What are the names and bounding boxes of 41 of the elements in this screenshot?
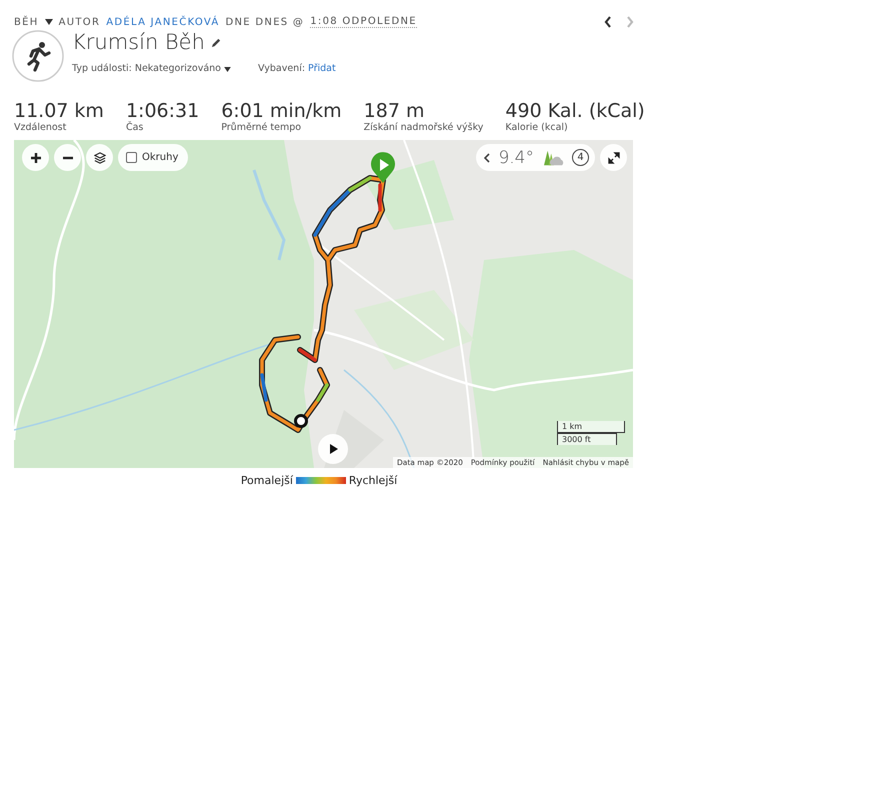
- stat-label: Kalorie (kcal): [505, 122, 569, 133]
- legend-label: Rychlejší: [348, 474, 398, 487]
- stat-value: 11.07 km: [14, 100, 104, 122]
- runner-icon: [12, 30, 64, 82]
- stat-value: 490 Kal. (kCal): [505, 100, 645, 122]
- chevron-left-icon[interactable]: [484, 152, 490, 162]
- activity-title: Krumsín Běh: [72, 30, 205, 54]
- date-prefix: DNE DNES @: [226, 16, 304, 28]
- equipment-label: Vybavení:: [258, 63, 306, 74]
- previous-icon[interactable]: [604, 16, 612, 28]
- fullscreen-icon: [608, 152, 620, 164]
- layers-icon: [94, 152, 106, 164]
- scale-bar: 1 km: [557, 421, 625, 433]
- finish-marker-icon: [294, 414, 308, 428]
- caret-icon[interactable]: [44, 19, 53, 25]
- stat-value: 187 m: [364, 100, 426, 122]
- pencil-icon[interactable]: [210, 36, 222, 48]
- author-link[interactable]: ADÉLA JANEČKOVÁ: [106, 16, 220, 28]
- speed-gradient-bar: [296, 477, 346, 484]
- start-marker-icon: [370, 152, 396, 184]
- author-prefix: AUTOR: [58, 16, 100, 28]
- equipment-add-link[interactable]: Přidat: [308, 63, 336, 74]
- weather-icon: [542, 148, 564, 166]
- legend-label: Pomalejší: [240, 474, 293, 487]
- play-icon: [327, 443, 339, 455]
- scale-bar: 3000 ft: [557, 433, 617, 445]
- stat-label: Získání nadmořské výšky: [364, 122, 484, 133]
- temperature: 9.4°: [498, 148, 534, 168]
- stat-label: Průměrné tempo: [221, 122, 302, 133]
- stat-label: Vzdálenost: [14, 122, 68, 133]
- activity-type[interactable]: BĚH: [14, 16, 39, 28]
- stat-value: 1:06:31: [126, 100, 200, 122]
- laps-checkbox[interactable]: Okruhy: [118, 144, 188, 171]
- plus-icon: [30, 152, 42, 164]
- activity-time: 1:08 ODPOLEDNE: [310, 16, 417, 28]
- stat-value: 6:01 min/km: [221, 100, 342, 122]
- laps-stopwatch: 4: [572, 149, 589, 166]
- caret-icon[interactable]: [224, 67, 231, 72]
- stat-label: Čas: [126, 122, 144, 133]
- event-type-dropdown[interactable]: Nekategorizováno: [134, 63, 221, 74]
- event-type-label: Typ události:: [72, 63, 132, 74]
